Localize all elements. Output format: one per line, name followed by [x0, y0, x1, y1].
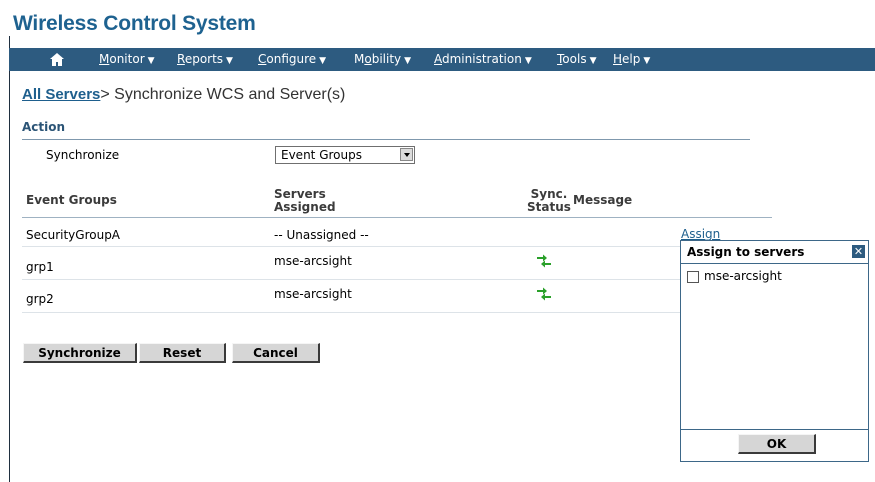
- row-divider: [22, 312, 680, 313]
- ok-button[interactable]: OK: [738, 434, 816, 454]
- row-event-group: grp2: [26, 292, 54, 306]
- chevron-down-icon: ▼: [147, 56, 155, 66]
- row-event-group: SecurityGroupA: [26, 228, 121, 242]
- row-servers: -- Unassigned --: [274, 228, 369, 242]
- chevron-down-icon: ▼: [643, 56, 651, 66]
- menu-mobility[interactable]: Mobility ▼: [354, 52, 411, 69]
- chevron-down-icon: ▼: [404, 56, 412, 66]
- sync-status-icon: [536, 253, 552, 268]
- action-section-title: Action: [22, 120, 66, 134]
- dropdown-arrow-icon[interactable]: [400, 148, 413, 161]
- popup-title: Assign to servers: [687, 245, 805, 259]
- row-divider: [22, 279, 680, 280]
- row-servers: mse-arcsight: [274, 254, 352, 268]
- server-checkbox[interactable]: [687, 271, 699, 283]
- row-event-group: grp1: [26, 260, 54, 274]
- synchronize-select-value: Event Groups: [281, 148, 362, 162]
- home-icon[interactable]: [49, 52, 65, 67]
- assign-servers-popup: Assign to servers ✕ mse-arcsight OK: [680, 240, 869, 462]
- popup-footer-divider: [681, 429, 868, 430]
- menu-administration[interactable]: Administration ▼: [434, 52, 532, 69]
- breadcrumb-all-servers-link[interactable]: All Servers: [22, 86, 100, 103]
- assign-link[interactable]: Assign: [681, 227, 720, 241]
- synchronize-label: Synchronize: [46, 148, 120, 162]
- col-header-sync-status: Sync. Status: [527, 187, 571, 214]
- col-header-event-groups: Event Groups: [26, 193, 117, 207]
- table-header-divider: [22, 217, 772, 218]
- window-left-border: [9, 36, 10, 482]
- app-title: Wireless Control System: [13, 12, 256, 35]
- synchronize-button[interactable]: Synchronize: [23, 343, 137, 363]
- synchronize-select[interactable]: Event Groups: [275, 146, 415, 164]
- row-servers: mse-arcsight: [274, 287, 352, 301]
- menu-monitor[interactable]: Monitor ▼: [99, 52, 155, 69]
- menu-bar: Monitor ▼ Reports ▼ Configure ▼ Mobility ▼ A…: [9, 48, 875, 71]
- breadcrumb-current: > Synchronize WCS and Server(s): [100, 86, 346, 103]
- server-checkbox-label: mse-arcsight: [704, 269, 782, 283]
- chevron-down-icon: ▼: [226, 56, 233, 66]
- section-divider: [22, 139, 750, 140]
- breadcrumb: All Servers> Synchronize WCS and Server(…: [22, 86, 345, 104]
- close-icon[interactable]: ✕: [852, 245, 865, 258]
- popup-header: Assign to servers ✕: [681, 241, 868, 264]
- chevron-down-icon: ▼: [524, 56, 532, 66]
- cancel-button[interactable]: Cancel: [232, 343, 320, 363]
- menu-configure[interactable]: Configure ▼: [258, 52, 326, 69]
- chevron-down-icon: ▼: [319, 56, 327, 66]
- col-header-message: Message: [573, 193, 633, 207]
- row-divider: [22, 246, 680, 247]
- reset-button[interactable]: Reset: [139, 343, 226, 363]
- menu-reports[interactable]: Reports ▼: [177, 52, 233, 69]
- chevron-down-icon: ▼: [589, 56, 597, 66]
- col-header-servers-assigned: Servers Assigned: [274, 187, 336, 214]
- menu-tools[interactable]: Tools ▼: [557, 52, 597, 69]
- menu-help[interactable]: Help ▼: [613, 52, 650, 69]
- sync-status-icon: [536, 286, 552, 301]
